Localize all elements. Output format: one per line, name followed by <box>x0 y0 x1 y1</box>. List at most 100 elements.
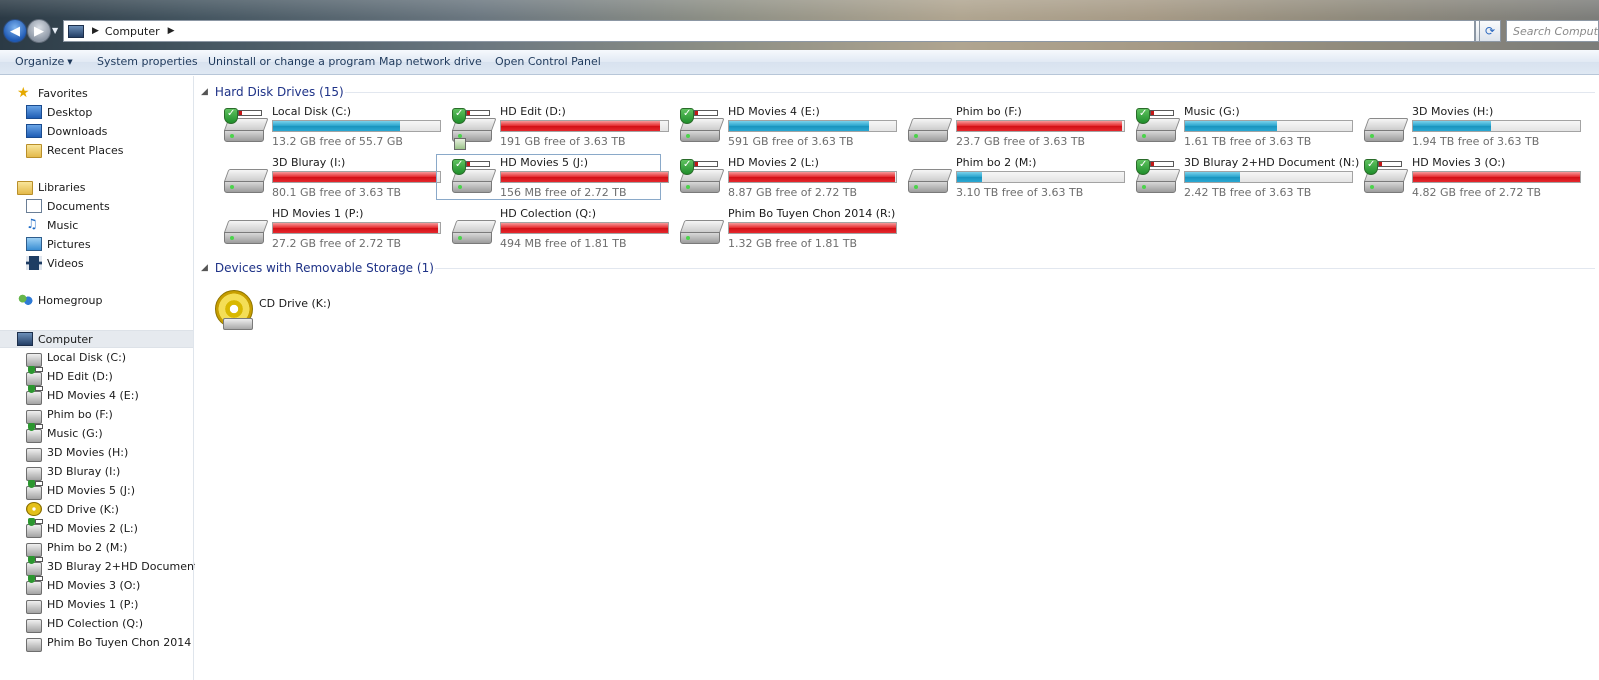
capacity-fill <box>273 121 400 131</box>
nav-libraries-label: Libraries <box>38 180 86 194</box>
capacity-bar <box>1412 171 1581 183</box>
drive-tile[interactable]: HD Movies 4 (E:) 591 GB free of 3.63 TB <box>665 104 897 150</box>
breadcrumb-chevron-icon[interactable]: ▶ <box>168 26 175 36</box>
capacity-bar <box>272 171 441 183</box>
usage-indicator-icon <box>238 110 262 116</box>
nav-drive-item[interactable]: HD Movies 3 (O:) <box>26 575 140 595</box>
content-pane[interactable]: ◢ Hard Disk Drives (15) Local Disk (C:) 13… <box>195 76 1599 680</box>
breadcrumb-separator-icon[interactable]: ▶ <box>92 26 99 36</box>
glass-highlight <box>0 0 1599 18</box>
drive-name: 3D Bluray (I:) <box>272 156 346 169</box>
protected-drive-icon <box>26 575 43 595</box>
nav-drive-label: HD Edit (D:) <box>47 369 113 383</box>
drive-tile[interactable]: HD Movies 5 (J:) 156 MB free of 2.72 TB <box>436 154 669 200</box>
drive-free-space: 13.2 GB free of 55.7 GB <box>272 135 403 148</box>
forward-button[interactable]: ▶ <box>27 19 51 43</box>
nav-drive-item[interactable]: Phim bo 2 (M:) <box>26 538 127 557</box>
recent-places-icon <box>26 144 42 158</box>
capacity-bar <box>1184 171 1353 183</box>
map-network-drive-button[interactable]: Map network drive <box>379 55 482 68</box>
nav-drive-item[interactable]: 3D Bluray (I:) <box>26 462 120 481</box>
nav-pictures-label: Pictures <box>47 237 91 251</box>
drive-tile[interactable]: HD Movies 2 (L:) 8.87 GB free of 2.72 TB <box>665 155 897 201</box>
capacity-bar <box>1412 120 1581 132</box>
system-properties-button[interactable]: System properties <box>97 55 198 68</box>
group-header-removable-storage[interactable]: ◢ Devices with Removable Storage (1) <box>201 259 434 277</box>
nav-drive-item[interactable]: HD Movies 1 (P:) <box>26 595 138 614</box>
uninstall-program-button[interactable]: Uninstall or change a program <box>208 55 375 68</box>
group-divider <box>345 92 1595 93</box>
capacity-bar <box>728 222 897 234</box>
nav-drive-item[interactable]: HD Movies 4 (E:) <box>26 385 139 405</box>
drive-icon <box>26 543 42 557</box>
nav-drive-item[interactable]: CD Drive (K:) <box>26 500 119 518</box>
usage-indicator-icon <box>1150 110 1174 116</box>
nav-libraries[interactable]: Libraries <box>17 178 86 196</box>
nav-recent-places[interactable]: Recent Places <box>26 141 124 159</box>
nav-drive-item[interactable]: HD Movies 5 (J:) <box>26 480 135 500</box>
chevron-down-icon: ▼ <box>67 58 73 66</box>
nav-documents[interactable]: Documents <box>26 197 110 215</box>
address-bar[interactable]: ▶ Computer ▶ <box>63 20 1475 42</box>
drive-name: Music (G:) <box>1184 105 1240 118</box>
hard-drive-icon <box>1135 108 1181 144</box>
hard-drive-icon <box>223 108 269 144</box>
drive-tile[interactable]: Phim Bo Tuyen Chon 2014 (R:) 1.32 GB free… <box>665 206 897 252</box>
drive-tile[interactable]: Music (G:) 1.61 TB free of 3.63 TB <box>1121 104 1353 150</box>
drive-tile[interactable]: HD Colection (Q:) 494 MB free of 1.81 TB <box>437 206 669 252</box>
search-input[interactable]: Search Computer <box>1506 20 1599 42</box>
drive-free-space: 591 GB free of 3.63 TB <box>728 135 854 148</box>
nav-computer[interactable]: Computer <box>17 330 93 348</box>
computer-icon <box>17 332 33 346</box>
back-button[interactable]: ◀ <box>3 19 27 43</box>
shield-icon <box>680 108 694 124</box>
drive-tile[interactable]: Phim bo 2 (M:) 3.10 TB free of 3.63 TB <box>893 155 1125 201</box>
nav-drive-item[interactable]: Phim Bo Tuyen Chon 2014 (R:) <box>26 633 214 652</box>
documents-icon <box>26 199 42 213</box>
nav-music[interactable]: ♫ Music <box>26 216 78 234</box>
drive-tile[interactable]: Phim bo (F:) 23.7 GB free of 3.63 TB <box>893 104 1125 150</box>
drive-tile[interactable]: 3D Bluray 2+HD Document (N:) 2.42 TB free… <box>1121 155 1359 201</box>
organize-button[interactable]: Organize ▼ <box>15 55 73 68</box>
nav-drive-item[interactable]: Music (G:) <box>26 423 103 443</box>
nav-drive-item[interactable]: Phim bo (F:) <box>26 405 113 424</box>
drive-icon <box>26 467 42 481</box>
hdd-body-icon <box>451 220 497 246</box>
nav-recent-label: Recent Places <box>47 143 124 157</box>
protected-drive-icon <box>26 480 43 500</box>
drive-tile[interactable]: 3D Bluray (I:) 80.1 GB free of 3.63 TB <box>209 155 441 201</box>
nav-favorites[interactable]: ★ Favorites <box>17 84 88 102</box>
drive-tile[interactable]: HD Movies 3 (O:) 4.82 GB free of 2.72 TB <box>1349 155 1581 201</box>
nav-drive-item[interactable]: 3D Movies (H:) <box>26 443 128 462</box>
breadcrumb-computer[interactable]: Computer <box>105 25 160 38</box>
drive-tile[interactable]: HD Edit (D:) 191 GB free of 3.63 TB <box>437 104 669 150</box>
nav-videos[interactable]: Videos <box>26 254 84 272</box>
drive-icon <box>26 638 42 652</box>
nav-drive-item[interactable]: HD Edit (D:) <box>26 366 113 386</box>
recent-pages-dropdown[interactable]: ▼ <box>52 26 61 36</box>
drive-tile[interactable]: Local Disk (C:) 13.2 GB free of 55.7 GB <box>209 104 441 150</box>
nav-videos-label: Videos <box>47 256 84 270</box>
nav-drive-item[interactable]: HD Colection (Q:) <box>26 614 143 633</box>
drive-free-space: 2.42 TB free of 3.63 TB <box>1184 186 1312 199</box>
nav-pictures[interactable]: Pictures <box>26 235 91 253</box>
drive-tile[interactable]: HD Movies 1 (P:) 27.2 GB free of 2.72 TB <box>209 206 441 252</box>
group-header-hard-disk-drives[interactable]: ◢ Hard Disk Drives (15) <box>201 83 344 101</box>
nav-homegroup[interactable]: Homegroup <box>17 291 102 309</box>
hdd-body-icon <box>223 220 269 246</box>
collapse-triangle-icon[interactable]: ◢ <box>201 263 208 273</box>
nav-drive-item[interactable]: Local Disk (C:) <box>26 348 126 367</box>
nav-downloads[interactable]: Downloads <box>26 122 107 140</box>
open-control-panel-button[interactable]: Open Control Panel <box>495 55 601 68</box>
drive-tile[interactable]: 3D Movies (H:) 1.94 TB free of 3.63 TB <box>1349 104 1581 150</box>
nav-computer-label: Computer <box>38 332 93 346</box>
nav-drive-item[interactable]: HD Movies 2 (L:) <box>26 518 138 538</box>
nav-desktop[interactable]: Desktop <box>26 103 92 121</box>
drive-tile-cd[interactable]: CD Drive (K:) <box>209 282 434 330</box>
drive-name: HD Movies 3 (O:) <box>1412 156 1506 169</box>
collapse-triangle-icon[interactable]: ◢ <box>201 87 208 97</box>
navigation-pane[interactable]: ★ Favorites Desktop Downloads Recent Plac… <box>0 76 222 680</box>
nav-drive-item[interactable]: 3D Bluray 2+HD Document (N:) <box>26 556 222 576</box>
refresh-button[interactable]: ⟳ <box>1479 20 1501 42</box>
protected-drive-icon <box>26 423 43 443</box>
